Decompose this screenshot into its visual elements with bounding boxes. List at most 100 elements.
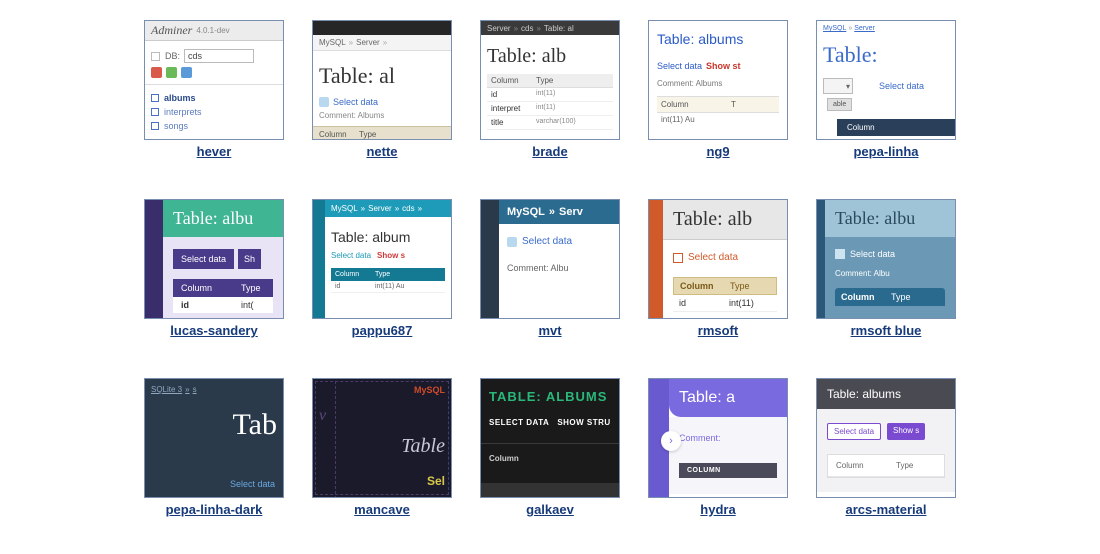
crumb: Server xyxy=(487,24,511,33)
cell: varchar(100) xyxy=(536,118,576,127)
cell: int(11) xyxy=(536,90,555,99)
caption-link[interactable]: arcs-material xyxy=(846,502,927,517)
select-data: Select data xyxy=(331,251,371,260)
title: Table: xyxy=(823,42,949,68)
icon-green xyxy=(166,67,177,78)
thumb-pappu687[interactable]: MySQL»Server»cds» Table: album Select da… xyxy=(312,199,452,319)
crumb: Serv xyxy=(559,206,583,218)
thumb-nette[interactable]: MySQL»Server» Table: al Select data Comm… xyxy=(312,20,452,140)
crumb: Table: al xyxy=(544,24,574,33)
theme-item-mvt: MySQL»Serv Select data Comment: Albu mvt xyxy=(480,199,620,338)
caption-link[interactable]: rmsoft xyxy=(698,323,738,338)
select-icon xyxy=(673,253,683,263)
thumb-brade[interactable]: Server»cds»Table: al Table: alb ColumnTy… xyxy=(480,20,620,140)
title: Table: albums xyxy=(817,379,955,409)
th-col: Column xyxy=(680,281,730,291)
caption-link[interactable]: nette xyxy=(366,144,397,159)
title: Tab xyxy=(151,408,277,442)
caption-link[interactable]: pepa-linha xyxy=(853,144,918,159)
caption-link[interactable]: pappu687 xyxy=(352,323,413,338)
col: COLUMN xyxy=(679,463,777,478)
show: Show s xyxy=(887,423,925,440)
select-data: Select data xyxy=(827,423,881,440)
cell: int(11) Au xyxy=(375,283,404,290)
thumb-mancave[interactable]: MySQL v Table Sel xyxy=(312,378,452,498)
cell: int(11) xyxy=(729,298,754,308)
select-data: Select data xyxy=(688,252,738,263)
thumb-mvt[interactable]: MySQL»Serv Select data Comment: Albu xyxy=(480,199,620,319)
theme-item-ng9: Table: albums Select dataShow st Comment… xyxy=(648,20,788,159)
thumb-lucas-sandery[interactable]: Table: albu Select dataSh ColumnType idi… xyxy=(144,199,284,319)
table-icon xyxy=(151,122,159,130)
table-albums: albums xyxy=(164,91,196,105)
thumb-rmsoft[interactable]: Table: alb Select data ColumnType idint(… xyxy=(648,199,788,319)
th-type: Type xyxy=(536,76,553,85)
th-type: Type xyxy=(891,292,911,302)
caption-link[interactable]: galkaev xyxy=(526,502,574,517)
crumb: cds xyxy=(402,204,414,213)
btn: able xyxy=(827,98,852,111)
title: Table: albu xyxy=(825,200,955,237)
caption-link[interactable]: mvt xyxy=(538,323,561,338)
theme-item-pappu687: MySQL»Server»cds» Table: album Select da… xyxy=(312,199,452,338)
caption-link[interactable]: ng9 xyxy=(706,144,729,159)
table-icon xyxy=(151,94,159,102)
cell: id xyxy=(335,283,375,290)
show: Sh xyxy=(238,249,261,269)
th-type: Type xyxy=(359,130,376,139)
select-icon xyxy=(823,78,853,94)
caption-link[interactable]: pepa-linha-dark xyxy=(166,502,263,517)
title: Table: albu xyxy=(163,200,283,237)
comment: Comment: Albu xyxy=(507,263,611,273)
cell: int(11) xyxy=(536,104,555,113)
thumb-galkaev[interactable]: TABLE: ALBUMS SELECT DATASHOW STRU Colum… xyxy=(480,378,620,498)
comment: Comment: Albums xyxy=(657,79,779,88)
col-bar: Column xyxy=(837,119,955,136)
col: Column xyxy=(481,450,619,467)
crumb: SQLite 3 xyxy=(151,385,182,394)
db-input: cds xyxy=(184,49,254,63)
crumb: MySQL xyxy=(507,206,545,218)
caption-link[interactable]: hever xyxy=(197,144,232,159)
thumb-arcs-material[interactable]: Table: albums Select dataShow s ColumnTy… xyxy=(816,378,956,498)
theme-item-rmsoft-blue: Table: albu Select data Comment: Albu Co… xyxy=(816,199,956,338)
select-icon xyxy=(835,249,845,259)
th-type: T xyxy=(731,100,736,109)
th-col: Column xyxy=(836,461,896,470)
thumb-hydra[interactable]: Table: a › Comment: COLUMN xyxy=(648,378,788,498)
caption-link[interactable]: rmsoft blue xyxy=(851,323,922,338)
cell: id xyxy=(491,90,536,99)
table-icon xyxy=(151,108,159,116)
crumb: s xyxy=(193,385,197,394)
thumb-ng9[interactable]: Table: albums Select dataShow st Comment… xyxy=(648,20,788,140)
thumb-hever[interactable]: Adminer4.0.1-dev DB:cds albums interpret… xyxy=(144,20,284,140)
thumb-pepa-linha[interactable]: MySQL»Server Table: Select data able Col… xyxy=(816,20,956,140)
chevron-icon: › xyxy=(661,431,681,451)
select-data: Select data xyxy=(333,97,378,107)
title: Table: al xyxy=(319,63,445,89)
icon-red xyxy=(151,67,162,78)
theme-item-pepa-linha: MySQL»Server Table: Select data able Col… xyxy=(816,20,956,159)
th-type: Type xyxy=(730,281,750,291)
thumb-rmsoft-blue[interactable]: Table: albu Select data Comment: Albu Co… xyxy=(816,199,956,319)
select-data: Select data xyxy=(522,236,572,247)
select-data: Select data xyxy=(657,61,702,71)
cell: id xyxy=(181,300,241,310)
title: Table: album xyxy=(331,229,445,245)
version: 4.0.1-dev xyxy=(196,26,229,35)
caption-link[interactable]: lucas-sandery xyxy=(170,323,257,338)
title: Table: alb xyxy=(663,200,787,240)
caption-link[interactable]: mancave xyxy=(354,502,410,517)
show: SHOW STRU xyxy=(557,418,610,427)
table-interprets: interprets xyxy=(164,105,202,119)
db-icon xyxy=(151,52,160,61)
caption-link[interactable]: brade xyxy=(532,144,567,159)
theme-item-arcs-material: Table: albums Select dataShow s ColumnTy… xyxy=(816,378,956,517)
caption-link[interactable]: hydra xyxy=(700,502,735,517)
thumb-pepa-linha-dark[interactable]: SQLite 3»s Tab Select data xyxy=(144,378,284,498)
cell: id xyxy=(679,298,729,308)
theme-item-galkaev: TABLE: ALBUMS SELECT DATASHOW STRU Colum… xyxy=(480,378,620,517)
theme-item-rmsoft: Table: alb Select data ColumnType idint(… xyxy=(648,199,788,338)
title: Table: a xyxy=(669,379,787,417)
title: Table: albums xyxy=(657,31,779,47)
